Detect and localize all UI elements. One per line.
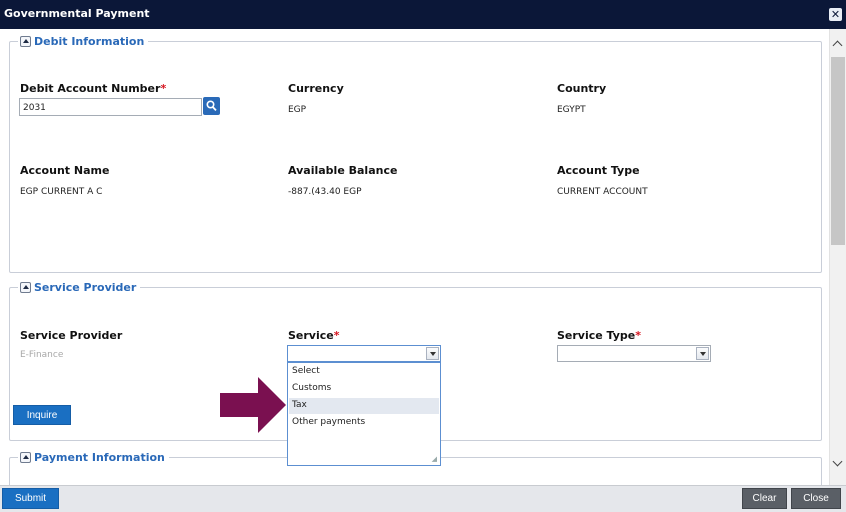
account-type-label: Account Type: [557, 164, 640, 177]
service-label: Service*: [288, 329, 340, 342]
service-provider-title: Service Provider: [34, 281, 137, 294]
debit-information-title: Debit Information: [34, 35, 145, 48]
service-option-select[interactable]: Select: [289, 364, 439, 380]
country-label: Country: [557, 82, 607, 95]
dialog-content: Debit Information Debit Account Number* …: [0, 29, 829, 485]
account-name-label: Account Name: [20, 164, 110, 177]
service-provider-legend: Service Provider: [18, 281, 141, 294]
service-dropdown-list: Select Customs Tax Other payments ◢: [287, 362, 441, 466]
service-provider-label: Service Provider: [20, 329, 123, 342]
account-type-value: CURRENT ACCOUNT: [557, 187, 648, 197]
dialog-title-bar: Governmental Payment ✕: [0, 0, 846, 29]
collapse-toggle-icon[interactable]: [20, 452, 31, 463]
inquire-button[interactable]: Inquire: [13, 405, 71, 425]
payment-information-legend: Payment Information: [18, 451, 169, 464]
account-name-value: EGP CURRENT A C: [20, 187, 103, 197]
search-icon: [206, 100, 217, 112]
debit-information-legend: Debit Information: [18, 35, 149, 48]
country-value: EGYPT: [557, 105, 586, 115]
close-button[interactable]: Close: [791, 488, 841, 509]
collapse-toggle-icon[interactable]: [20, 36, 31, 47]
service-select[interactable]: [287, 345, 441, 362]
clear-button[interactable]: Clear: [742, 488, 787, 509]
dialog-title: Governmental Payment: [4, 7, 150, 20]
scroll-down-icon[interactable]: [830, 456, 846, 472]
dialog-footer: Submit Clear Close: [0, 485, 846, 512]
available-balance-value: -887.(43.40 EGP: [288, 187, 362, 197]
service-type-label: Service Type*: [557, 329, 642, 342]
service-type-select[interactable]: [557, 345, 711, 362]
currency-value: EGP: [288, 105, 307, 115]
chevron-down-icon[interactable]: [696, 347, 709, 360]
debit-account-number-field[interactable]: 2031: [19, 98, 202, 116]
service-option-other-payments[interactable]: Other payments: [289, 415, 439, 431]
scroll-up-icon[interactable]: [830, 37, 846, 53]
service-option-customs[interactable]: Customs: [289, 381, 439, 397]
vertical-scrollbar[interactable]: [829, 29, 846, 485]
payment-information-title: Payment Information: [34, 451, 165, 464]
currency-label: Currency: [288, 82, 344, 95]
resize-grip-icon[interactable]: ◢: [432, 455, 437, 463]
collapse-toggle-icon[interactable]: [20, 282, 31, 293]
debit-account-number-label: Debit Account Number*: [20, 82, 167, 95]
available-balance-label: Available Balance: [288, 164, 398, 177]
submit-button[interactable]: Submit: [2, 488, 59, 509]
service-option-tax[interactable]: Tax: [289, 398, 439, 414]
chevron-down-icon[interactable]: [426, 347, 439, 360]
annotation-arrow-icon: [220, 377, 286, 433]
close-icon[interactable]: ✕: [829, 8, 842, 21]
debit-information-section: Debit Information: [9, 35, 822, 273]
service-provider-value: E-Finance: [20, 350, 64, 360]
scrollbar-thumb[interactable]: [831, 57, 845, 245]
account-search-button[interactable]: [203, 97, 220, 115]
